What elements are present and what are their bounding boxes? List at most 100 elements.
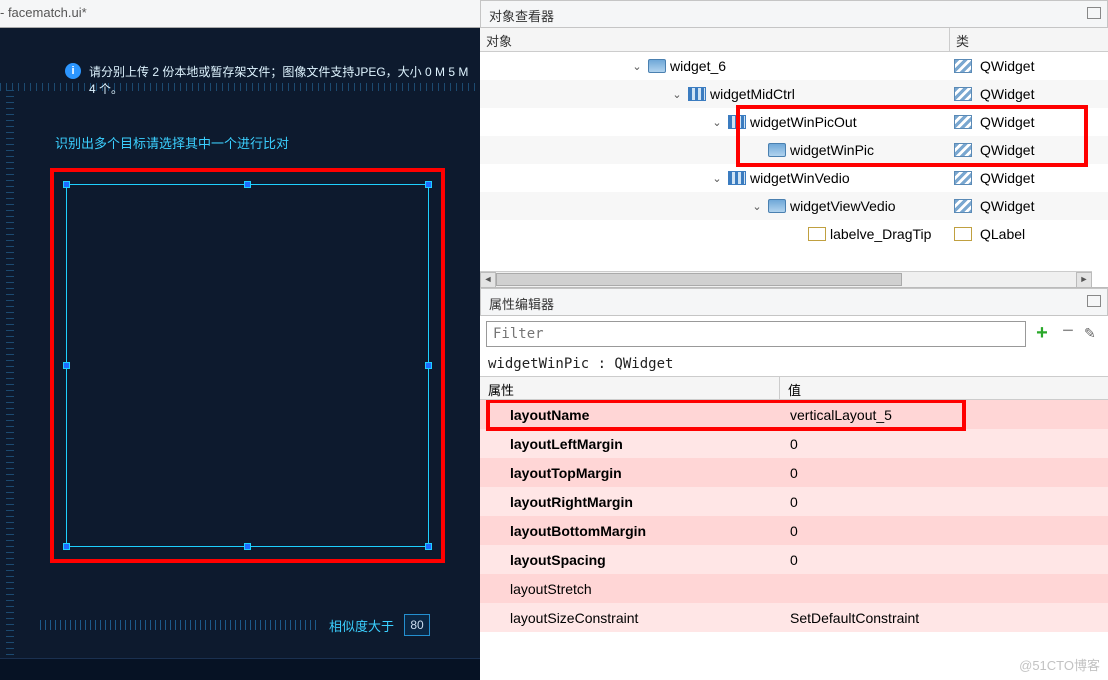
resize-handle-tm[interactable] bbox=[244, 181, 251, 188]
prop-col-value[interactable]: 值 bbox=[780, 377, 1108, 399]
scroll-thumb[interactable] bbox=[496, 273, 902, 286]
add-property-icon[interactable]: + bbox=[1032, 324, 1052, 344]
class-icon bbox=[954, 171, 972, 185]
widget-icon bbox=[768, 199, 786, 213]
object-name: widgetMidCtrl bbox=[710, 86, 795, 102]
property-value[interactable]: 0 bbox=[780, 436, 1108, 452]
selected-widget-frame[interactable] bbox=[66, 184, 429, 547]
tree-row[interactable]: ⌄ widgetViewVedio QWidget bbox=[480, 192, 1108, 220]
ruler-left bbox=[6, 88, 14, 655]
tree-row[interactable]: ⌄widget_6QWidget bbox=[480, 52, 1108, 80]
tree-row[interactable]: widgetWinPic QWidget bbox=[480, 136, 1108, 164]
object-name: widgetWinPicOut bbox=[750, 114, 857, 130]
expander-icon[interactable]: ⌄ bbox=[710, 115, 724, 129]
annotation-highlight-canvas bbox=[50, 168, 445, 563]
object-name: widgetWinPic bbox=[790, 142, 874, 158]
property-row[interactable]: layoutStretch bbox=[480, 574, 1108, 603]
property-value[interactable]: 0 bbox=[780, 494, 1108, 510]
class-name: QWidget bbox=[980, 142, 1034, 158]
property-name: layoutLeftMargin bbox=[480, 436, 780, 452]
expander-icon[interactable] bbox=[790, 227, 804, 241]
prop-col-name[interactable]: 属性 bbox=[480, 377, 780, 399]
resize-handle-bm[interactable] bbox=[244, 543, 251, 550]
edit-property-icon[interactable]: ✎ bbox=[1084, 325, 1102, 343]
vlayout-icon bbox=[728, 171, 746, 185]
vlayout-icon bbox=[688, 87, 706, 101]
dock-icon[interactable] bbox=[1087, 295, 1101, 307]
expander-icon[interactable]: ⌄ bbox=[630, 59, 644, 73]
property-value[interactable]: SetDefaultConstraint bbox=[780, 610, 1108, 626]
object-inspector-title: 对象查看器 bbox=[489, 9, 554, 24]
class-icon bbox=[954, 199, 972, 213]
similarity-value[interactable]: 80 bbox=[404, 614, 430, 636]
dock-icon[interactable] bbox=[1087, 7, 1101, 19]
property-editor-title: 属性编辑器 bbox=[489, 297, 554, 312]
tree-row[interactable]: ⌄ widgetWinPicOut QWidget bbox=[480, 108, 1108, 136]
vlayout-icon bbox=[728, 115, 746, 129]
property-row[interactable]: layoutSizeConstraintSetDefaultConstraint bbox=[480, 603, 1108, 632]
property-name: layoutStretch bbox=[480, 581, 780, 597]
object-name: widgetViewVedio bbox=[790, 198, 896, 214]
watermark: @51CTO博客 bbox=[1019, 655, 1100, 674]
selected-object-path: widgetWinPic : QWidget bbox=[480, 352, 1108, 376]
class-icon bbox=[954, 227, 972, 241]
resize-handle-tl[interactable] bbox=[63, 181, 70, 188]
property-filter-input[interactable] bbox=[486, 321, 1026, 347]
tree-row[interactable]: labelve_DragTipQLabel bbox=[480, 220, 1108, 248]
scroll-right-icon[interactable]: ► bbox=[1076, 272, 1092, 288]
remove-property-icon[interactable]: − bbox=[1058, 324, 1078, 344]
resize-handle-br[interactable] bbox=[425, 543, 432, 550]
tree-row[interactable]: ⌄widgetWinVedioQWidget bbox=[480, 164, 1108, 192]
widget-icon bbox=[768, 143, 786, 157]
resize-handle-bl[interactable] bbox=[63, 543, 70, 550]
property-row[interactable]: layoutBottomMargin0 bbox=[480, 516, 1108, 545]
scroll-left-icon[interactable]: ◄ bbox=[480, 272, 496, 288]
resize-handle-ml[interactable] bbox=[63, 362, 70, 369]
class-name: QWidget bbox=[980, 58, 1034, 74]
expander-icon[interactable]: ⌄ bbox=[710, 171, 724, 185]
similarity-slider[interactable] bbox=[40, 620, 319, 630]
class-icon bbox=[954, 59, 972, 73]
property-name: layoutTopMargin bbox=[480, 465, 780, 481]
tree-col-class[interactable]: 类 bbox=[950, 28, 1108, 51]
expander-icon[interactable] bbox=[750, 143, 764, 157]
class-name: QWidget bbox=[980, 198, 1034, 214]
resize-handle-tr[interactable] bbox=[425, 181, 432, 188]
object-tree[interactable]: 对象 类 ⌄widget_6QWidget⌄widgetMidCtrlQWidg… bbox=[480, 28, 1108, 288]
property-row[interactable]: layoutSpacing0 bbox=[480, 545, 1108, 574]
property-name: layoutSpacing bbox=[480, 552, 780, 568]
property-value[interactable]: 0 bbox=[780, 465, 1108, 481]
property-name: layoutBottomMargin bbox=[480, 523, 780, 539]
similarity-label: 相似度大于 bbox=[329, 616, 394, 635]
upload-hint-row: i 请分别上传 2 份本地或暂存架文件；图像文件支持JPEG，大小 0 M 5 … bbox=[65, 63, 470, 97]
class-icon bbox=[954, 87, 972, 101]
widget-icon bbox=[648, 59, 666, 73]
resize-handle-mr[interactable] bbox=[425, 362, 432, 369]
property-value[interactable]: 0 bbox=[780, 523, 1108, 539]
property-name: layoutName bbox=[480, 407, 780, 423]
property-name: layoutRightMargin bbox=[480, 494, 780, 510]
property-row[interactable]: layoutTopMargin0 bbox=[480, 458, 1108, 487]
property-value[interactable]: 0 bbox=[780, 552, 1108, 568]
canvas-status-bar bbox=[0, 658, 480, 680]
class-name: QWidget bbox=[980, 86, 1034, 102]
property-name: layoutSizeConstraint bbox=[480, 610, 780, 626]
canvas-titlebar: - facematch.ui* bbox=[0, 0, 480, 28]
expander-icon[interactable]: ⌄ bbox=[750, 199, 764, 213]
property-value[interactable]: verticalLayout_5 bbox=[780, 407, 1108, 423]
expander-icon[interactable]: ⌄ bbox=[670, 87, 684, 101]
tree-hscrollbar[interactable]: ◄ ► bbox=[480, 271, 1092, 287]
class-name: QWidget bbox=[980, 114, 1034, 130]
tree-col-object[interactable]: 对象 bbox=[480, 28, 950, 51]
open-file-name: - facematch.ui* bbox=[0, 5, 87, 20]
object-name: widgetWinVedio bbox=[750, 170, 850, 186]
property-row[interactable]: layoutNameverticalLayout_5 bbox=[480, 400, 1108, 429]
property-row[interactable]: layoutRightMargin0 bbox=[480, 487, 1108, 516]
info-icon: i bbox=[65, 63, 81, 79]
design-canvas-panel: - facematch.ui* i 请分别上传 2 份本地或暂存架文件；图像文件… bbox=[0, 0, 480, 680]
class-icon bbox=[954, 115, 972, 129]
class-name: QLabel bbox=[980, 226, 1025, 242]
tree-row[interactable]: ⌄ widgetMidCtrl QWidget bbox=[480, 80, 1108, 108]
property-row[interactable]: layoutLeftMargin0 bbox=[480, 429, 1108, 458]
upload-hint-text: 请分别上传 2 份本地或暂存架文件；图像文件支持JPEG，大小 0 M 5 M … bbox=[89, 63, 470, 97]
